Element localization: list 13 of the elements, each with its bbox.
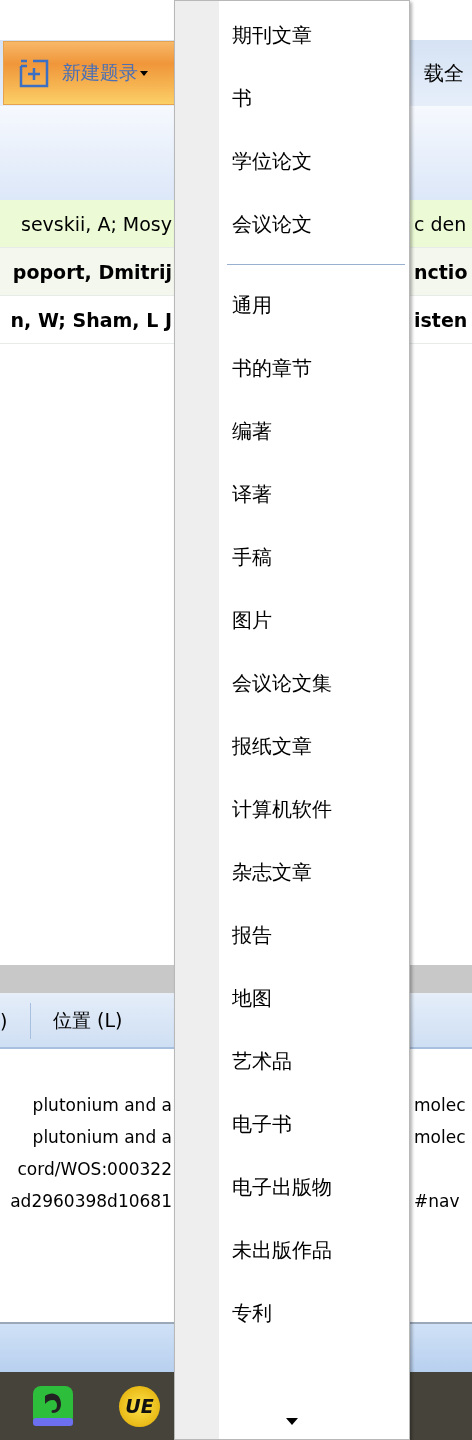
detail-text: #nav bbox=[414, 1191, 461, 1211]
record-author: poport, Dmitrij bbox=[11, 260, 172, 283]
detail-text: plutonium and a bbox=[31, 1095, 172, 1115]
detail-text: plutonium and a bbox=[31, 1127, 172, 1147]
detail-text: ad2960398d10681 bbox=[9, 1191, 172, 1211]
detail-text: molec bbox=[414, 1127, 467, 1147]
record-title: nctio bbox=[414, 260, 469, 283]
detail-text: cord/WOS:000322 bbox=[16, 1159, 172, 1179]
record-title: isten bbox=[414, 308, 469, 331]
record-title: c den bbox=[414, 212, 468, 235]
detail-text: molec bbox=[414, 1095, 467, 1115]
record-author: n, W; Sham, L J bbox=[9, 308, 172, 331]
record-author: sevskii, A; Mosy bbox=[20, 212, 172, 235]
